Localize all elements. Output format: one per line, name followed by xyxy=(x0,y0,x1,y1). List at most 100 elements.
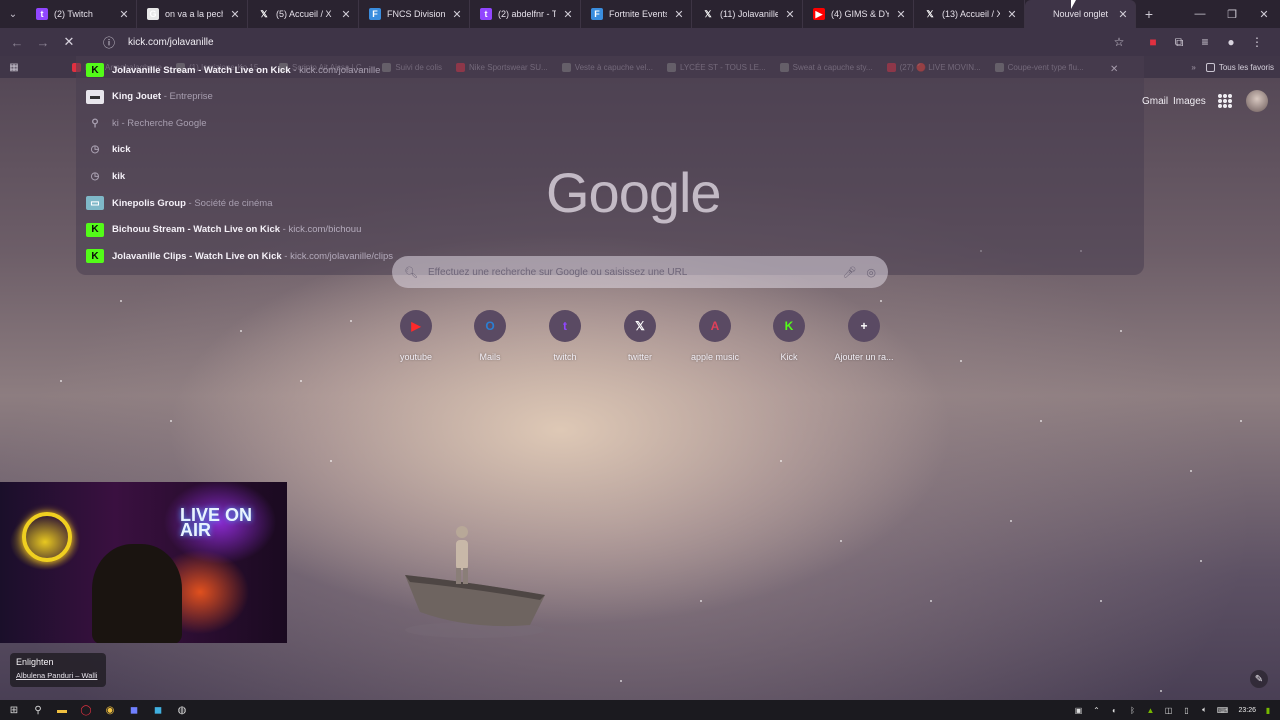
tab-close-icon[interactable]: ✕ xyxy=(451,8,463,21)
tab-search-icon[interactable]: ⌄ xyxy=(0,0,26,28)
tab[interactable]: t (2) abdelfnr - Twi ✕ xyxy=(470,0,581,28)
fortnite-icon: F xyxy=(369,8,381,20)
tab-close-icon[interactable]: ✕ xyxy=(673,8,685,21)
bookmark-star-icon[interactable]: ☆ xyxy=(1108,31,1130,53)
suggestion-item[interactable]: K Jolavanille Clips - Watch Live on Kick … xyxy=(86,243,393,269)
suggestion-item[interactable]: ⚲ ki - Recherche Google xyxy=(86,110,206,136)
all-bookmarks-button[interactable]: Tous les favoris xyxy=(1205,62,1274,72)
file-explorer-icon[interactable]: ▬ xyxy=(54,702,70,718)
tab[interactable]: Nouvel onglet ✕ xyxy=(1025,0,1136,28)
tab[interactable]: 𝕏 (13) Accueil / X ✕ xyxy=(914,0,1025,28)
tray-battery-icon[interactable]: ▯ xyxy=(1180,702,1192,718)
google-apps-icon[interactable] xyxy=(1218,94,1232,108)
tab-close-icon[interactable]: ✕ xyxy=(340,8,352,21)
tabs-container: t (2) Twitch ✕ Gon va a la peche ✕ 𝕏 (5) Accue… xyxy=(26,0,1136,28)
tab[interactable]: t (2) Twitch ✕ xyxy=(26,0,137,28)
account-avatar[interactable] xyxy=(1246,90,1268,112)
new-tab-button[interactable]: + xyxy=(1136,6,1162,22)
shortcut-tile[interactable]: Aapple music xyxy=(680,310,750,362)
shortcut-label: youtube xyxy=(399,352,433,362)
close-window-button[interactable]: ✕ xyxy=(1248,8,1280,21)
tray-bluetooth-icon[interactable]: ᛒ xyxy=(1126,702,1138,718)
taskbar-search-icon[interactable]: ⚲ xyxy=(30,702,46,718)
shortcut-tile[interactable]: ▶ youtube xyxy=(381,310,451,362)
tab-close-icon[interactable]: ✕ xyxy=(229,8,241,21)
tray-language-icon[interactable]: ⌨ xyxy=(1216,702,1229,718)
shortcut-label: twitch xyxy=(553,352,577,362)
tab[interactable]: F Fortnite Events - ✕ xyxy=(581,0,692,28)
address-bar[interactable]: ⓘ kick.com/jolavanille ☆ xyxy=(90,30,1138,54)
tab-close-icon[interactable]: ✕ xyxy=(1006,8,1018,21)
images-link[interactable]: Images xyxy=(1173,96,1206,107)
suggestion-item[interactable]: ◷ kick xyxy=(86,137,131,163)
back-button[interactable]: ← xyxy=(6,31,28,53)
app-icon[interactable]: ◼ xyxy=(150,702,166,718)
now-playing-widget[interactable]: Enlighten Albulena Panduri – Walli xyxy=(10,653,106,687)
browser-menu-icon[interactable]: ⋮ xyxy=(1246,31,1268,53)
extensions-puzzle-icon[interactable]: ⧉ xyxy=(1168,31,1190,53)
search-placeholder[interactable]: Effectuez une recherche sur Google ou sa… xyxy=(428,267,832,278)
discord-icon[interactable]: ◼ xyxy=(126,702,142,718)
chrome-icon[interactable]: ◉ xyxy=(102,702,118,718)
song-artist[interactable]: Albulena Panduri – Walli xyxy=(16,671,100,680)
tab-close-icon[interactable]: ✕ xyxy=(784,8,796,21)
notifications-icon[interactable]: ▮ xyxy=(1262,702,1274,718)
tab-close-icon[interactable]: ✕ xyxy=(1117,8,1129,21)
tab-close-icon[interactable]: ✕ xyxy=(562,8,574,21)
shortcut-tile[interactable]: K Kick xyxy=(754,310,824,362)
tab[interactable]: ▶ (4) GIMS & DYSTI ✕ xyxy=(803,0,914,28)
webcam-overlay: LIVE ON AIR xyxy=(0,482,287,643)
opera-icon[interactable]: ◯ xyxy=(78,702,94,718)
tray-nvidia-icon[interactable]: ▲ xyxy=(1144,702,1156,718)
customize-pencil-icon[interactable]: ✎ xyxy=(1250,670,1268,688)
shortcut-tile[interactable]: 𝕏twitter xyxy=(605,310,675,362)
tray-network-icon[interactable]: ◫ xyxy=(1162,702,1174,718)
shortcut-tile[interactable]: t twitch xyxy=(530,310,600,362)
plus-icon: + xyxy=(848,310,880,342)
tray-app-icon[interactable]: ▣ xyxy=(1072,702,1084,718)
suggestion-item[interactable]: K Jolavanille Stream - Watch Live on Kick… xyxy=(86,57,380,83)
forward-button[interactable]: → xyxy=(32,31,54,53)
lens-search-icon[interactable]: ◎ xyxy=(866,266,876,279)
obs-icon[interactable]: ◍ xyxy=(174,702,190,718)
tab-title: (13) Accueil / X xyxy=(942,9,1000,19)
tab-close-icon[interactable]: ✕ xyxy=(118,8,130,21)
apps-grid-icon[interactable]: ▦ xyxy=(6,59,22,75)
minimize-button[interactable]: — xyxy=(1184,8,1216,21)
x-icon: 𝕏 xyxy=(702,8,714,20)
stop-loading-button[interactable]: ✕ xyxy=(58,31,80,53)
tab-title: (11) Jolavanille 🍦 xyxy=(720,8,778,19)
extension-red-icon[interactable]: ■ xyxy=(1142,31,1164,53)
gmail-link[interactable]: Gmail xyxy=(1142,96,1168,107)
tray-chevron-icon[interactable]: ⌃ xyxy=(1090,702,1102,718)
taskbar-clock[interactable]: 23:26 xyxy=(1238,707,1256,714)
voice-search-icon[interactable]: 🎤︎ xyxy=(842,266,856,279)
profile-avatar-icon[interactable]: ● xyxy=(1220,31,1242,53)
shortcut-label: Mails xyxy=(479,352,501,362)
shortcut-label: twitter xyxy=(627,352,652,362)
suggestion-item[interactable]: ◷ kik xyxy=(86,163,126,189)
start-menu-icon[interactable]: ⊞ xyxy=(6,702,22,718)
suggestion-title: Bichouu Stream - Watch Live on Kick xyxy=(112,224,281,236)
suggestion-item[interactable]: K Bichouu Stream - Watch Live on Kick - k… xyxy=(86,217,361,243)
remove-suggestion-icon[interactable]: ✕ xyxy=(1110,64,1118,75)
tray-volume-icon[interactable]: 🔈︎ xyxy=(1198,702,1210,718)
google-search-box[interactable]: 🔍︎ Effectuez une recherche sur Google ou… xyxy=(392,256,888,288)
tab[interactable]: 𝕏 (5) Accueil / X ✕ xyxy=(248,0,359,28)
suggestion-item[interactable]: ▬ King Jouet - Entreprise xyxy=(86,84,213,110)
tab-close-icon[interactable]: ✕ xyxy=(895,8,907,21)
suggestion-item[interactable]: ▭ Kinepolis Group - Société de cinéma xyxy=(86,190,273,216)
tab[interactable]: Gon va a la peche ✕ xyxy=(137,0,248,28)
bookmarks-overflow-icon[interactable]: » xyxy=(1191,63,1195,72)
restore-button[interactable]: ❐ xyxy=(1216,8,1248,21)
tab[interactable]: F FNCS Division 2 P ✕ xyxy=(359,0,470,28)
neon-sign xyxy=(22,512,72,562)
reading-list-icon[interactable]: ≡ xyxy=(1194,31,1216,53)
address-bar-text[interactable]: kick.com/jolavanille xyxy=(128,37,1100,48)
tray-steam-icon[interactable]: ◐ xyxy=(1108,702,1120,718)
shortcut-tile[interactable]: O Mails xyxy=(455,310,525,362)
live-on-air-sign: LIVE ON AIR xyxy=(180,505,253,540)
tab[interactable]: 𝕏 (11) Jolavanille 🍦 ✕ xyxy=(692,0,803,28)
shortcut-tile[interactable]: + Ajouter un ra... xyxy=(829,310,899,362)
site-info-icon[interactable]: ⓘ xyxy=(98,31,120,53)
